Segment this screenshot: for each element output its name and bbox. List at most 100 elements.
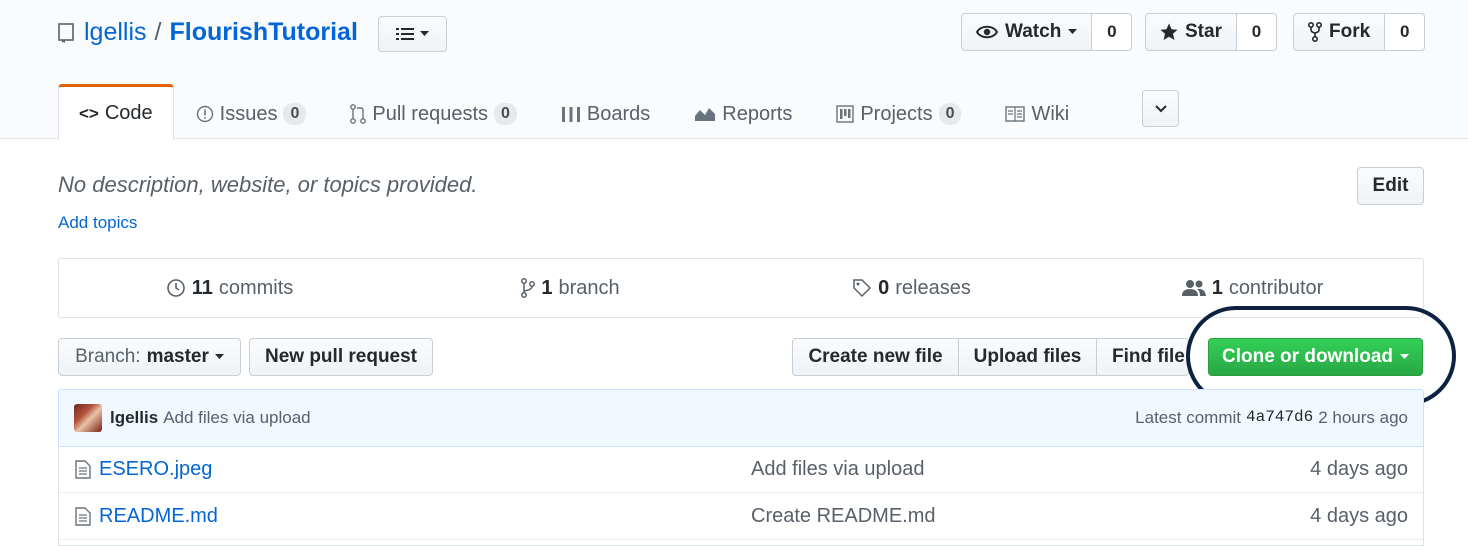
star-button[interactable]: Star: [1145, 13, 1237, 51]
branches-count: 1: [541, 276, 553, 299]
releases-label: releases: [895, 276, 971, 299]
code-icon: <>: [79, 103, 99, 123]
branch-icon: [521, 278, 536, 298]
tab-projects[interactable]: Projects 0: [814, 88, 983, 140]
file-row: ESERO.jpeg Add files via upload 4 days a…: [59, 446, 1423, 493]
repo-owner-link[interactable]: lgellis: [84, 18, 147, 47]
tab-label: Wiki: [1031, 102, 1070, 125]
tab-pull-requests[interactable]: Pull requests 0: [328, 88, 539, 140]
tab-wiki[interactable]: Wiki: [983, 88, 1091, 140]
file-icon: [75, 460, 91, 479]
pull-requests-counter: 0: [494, 103, 517, 125]
repo-description: No description, website, or topics provi…: [58, 172, 478, 197]
star-label: Star: [1185, 21, 1222, 42]
avatar[interactable]: [74, 404, 102, 432]
caret-down-icon: [420, 31, 429, 36]
file-name[interactable]: ESERO.jpeg: [99, 458, 212, 481]
watch-button[interactable]: Watch: [961, 13, 1093, 51]
fork-count[interactable]: 0: [1385, 13, 1426, 51]
chevron-down-icon: [1154, 104, 1167, 112]
commits-label: commits: [218, 276, 294, 299]
book-icon: [1005, 106, 1026, 122]
tab-label: Pull requests: [372, 102, 489, 125]
more-tabs-button[interactable]: [1142, 90, 1179, 127]
tab-label: Boards: [586, 102, 651, 125]
branch-select[interactable]: Branch: master: [58, 338, 241, 376]
create-new-file-button[interactable]: Create new file: [792, 338, 959, 376]
caret-down-icon: [1068, 29, 1078, 34]
commit-author[interactable]: lgellis: [110, 408, 158, 428]
upload-files-button[interactable]: Upload files: [958, 338, 1097, 376]
file-icon: [75, 507, 91, 526]
tab-label: Code: [104, 102, 153, 124]
commit-age: 2 hours ago: [1318, 408, 1408, 427]
history-icon: [166, 279, 185, 297]
tag-icon: [853, 279, 872, 298]
star-count[interactable]: 0: [1236, 13, 1277, 51]
repo-menu-button[interactable]: [378, 16, 447, 52]
tab-issues[interactable]: Issues 0: [174, 88, 329, 140]
issue-icon: [196, 105, 213, 123]
find-file-button[interactable]: Find file: [1096, 338, 1189, 376]
pull-request-icon: [350, 104, 367, 124]
tab-label: Projects: [860, 102, 933, 125]
graph-icon: [695, 108, 716, 121]
edit-button[interactable]: Edit: [1357, 167, 1424, 205]
tab-label: Issues: [219, 102, 278, 125]
people-icon: [1181, 280, 1206, 296]
caret-down-icon: [214, 354, 224, 359]
commits-link[interactable]: 11 commits: [59, 259, 400, 317]
commit-sha[interactable]: 4a747d6: [1246, 408, 1313, 428]
contributors-label: contributor: [1228, 276, 1324, 299]
repo-icon: [58, 22, 74, 43]
branches-link[interactable]: 1 branch: [400, 259, 741, 317]
list-icon: [396, 28, 414, 40]
commit-message[interactable]: Add files via upload: [163, 408, 310, 428]
commit-meta: Latest commit 4a747d6 2 hours ago: [1135, 408, 1408, 428]
projects-counter: 0: [938, 103, 962, 125]
latest-commit-label: Latest commit: [1135, 408, 1241, 427]
branch-prefix: Branch:: [75, 346, 141, 367]
branch-name: master: [146, 346, 209, 367]
file-age: 4 days ago: [1310, 504, 1408, 527]
tab-code[interactable]: <> Code: [58, 84, 174, 140]
caret-down-icon: [1400, 354, 1409, 359]
clone-or-download-button[interactable]: Clone or download: [1208, 338, 1423, 376]
releases-link[interactable]: 0 releases: [741, 259, 1082, 317]
latest-commit-bar: lgellis Add files via upload Latest comm…: [58, 389, 1424, 447]
repo-separator: /: [154, 17, 162, 46]
project-icon: [836, 105, 855, 123]
file-row: README.md Create README.md 4 days ago: [59, 493, 1423, 540]
file-name[interactable]: README.md: [99, 505, 218, 528]
repo-title: lgellis / FlourishTutorial: [58, 16, 358, 48]
contributors-link[interactable]: 1 contributor: [1082, 259, 1423, 317]
watch-label: Watch: [1005, 21, 1062, 42]
repo-tabs: <> Code Issues 0 Pull requests 0 Boards …: [58, 84, 1091, 140]
repo-header: lgellis / FlourishTutorial Watch 0 Star …: [0, 0, 1468, 140]
star-icon: [1160, 23, 1178, 40]
watch-count[interactable]: 0: [1092, 13, 1133, 51]
eye-icon: [976, 25, 998, 39]
repo-name-link[interactable]: FlourishTutorial: [169, 18, 357, 47]
star-group: Star 0: [1145, 13, 1277, 51]
fork-button[interactable]: Fork: [1293, 13, 1386, 51]
tab-label: Reports: [722, 102, 793, 125]
tab-reports[interactable]: Reports: [672, 88, 814, 140]
fork-icon: [1308, 22, 1322, 42]
contributors-count: 1: [1211, 276, 1223, 299]
releases-count: 0: [878, 276, 890, 299]
tab-boards[interactable]: Boards: [539, 88, 672, 140]
add-topics-link[interactable]: Add topics: [58, 213, 137, 233]
commits-count: 11: [191, 276, 213, 299]
clone-label: Clone or download: [1222, 346, 1393, 367]
file-commit-message[interactable]: Create README.md: [751, 505, 936, 528]
file-commit-message[interactable]: Add files via upload: [751, 458, 924, 481]
file-age: 4 days ago: [1310, 457, 1408, 480]
branches-label: branch: [558, 276, 620, 299]
issues-counter: 0: [283, 103, 307, 125]
fork-group: Fork 0: [1293, 13, 1426, 51]
file-list: ESERO.jpeg Add files via upload 4 days a…: [58, 446, 1424, 546]
repo-summary: 11 commits 1 branch 0 releases 1 contrib…: [58, 258, 1424, 318]
new-pull-request-button[interactable]: New pull request: [249, 338, 433, 376]
watch-group: Watch 0: [961, 13, 1133, 51]
